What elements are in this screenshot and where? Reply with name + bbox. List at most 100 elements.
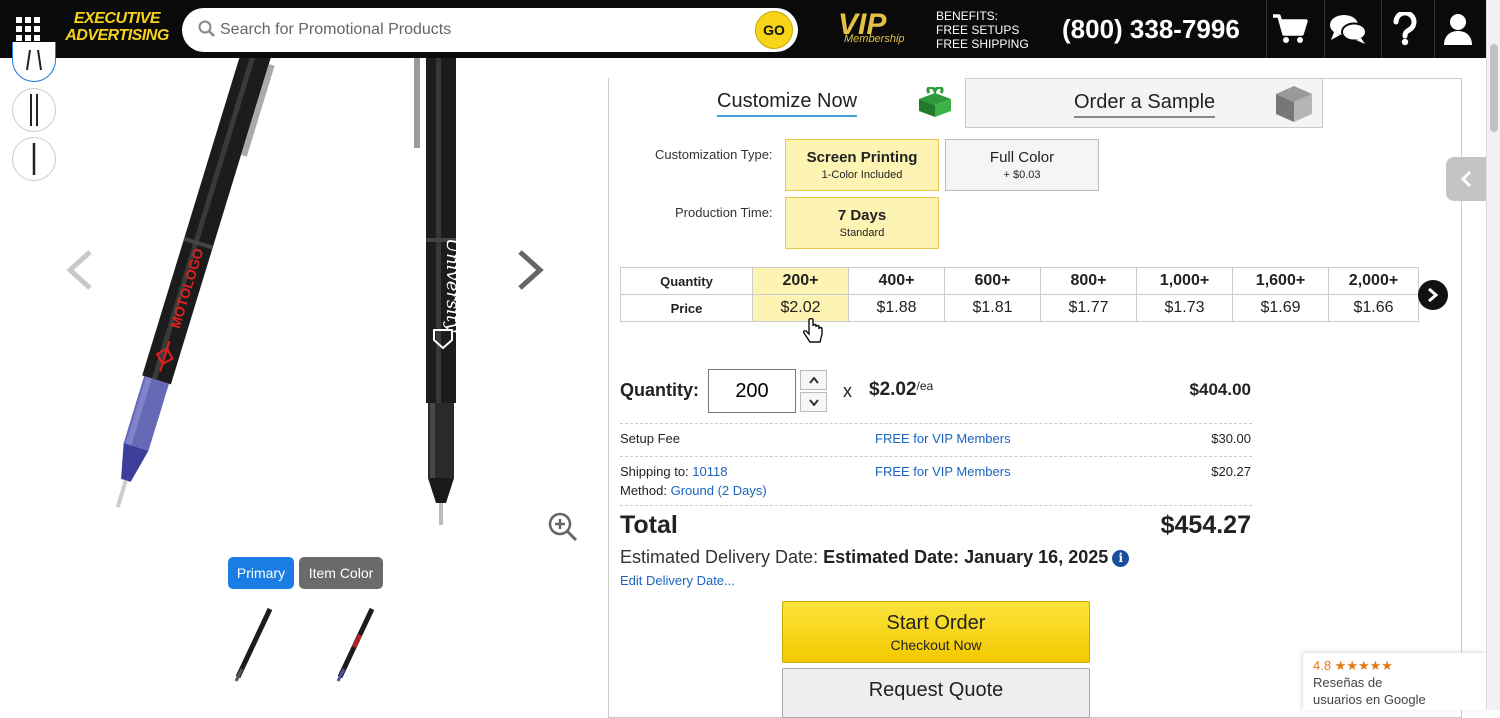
divider	[620, 423, 1252, 424]
price-tier[interactable]: $1.77	[1040, 294, 1137, 322]
divider	[620, 456, 1252, 457]
option-title: Screen Printing	[806, 149, 918, 166]
divider	[620, 505, 1252, 506]
side-panel-toggle[interactable]	[1446, 157, 1486, 201]
price-tier[interactable]: $1.81	[944, 294, 1041, 322]
next-tiers-arrow-icon[interactable]	[1418, 280, 1448, 310]
google-reviews-badge[interactable]: 4.8 ★★★★★ Reseñas de usuarios en Google	[1303, 653, 1486, 710]
vip-sub-label: Membership	[844, 33, 905, 45]
page-scrollbar[interactable]	[1486, 0, 1500, 710]
method-label: Method:	[620, 483, 667, 498]
quantity-tier[interactable]: 800+	[1040, 267, 1137, 295]
option-sub: 1-Color Included	[821, 169, 903, 181]
price-tier[interactable]: $2.02	[752, 294, 849, 322]
search-go-button[interactable]: GO	[755, 11, 793, 49]
edit-delivery-date-link[interactable]: Edit Delivery Date...	[620, 573, 735, 588]
quantity-increase-button[interactable]	[800, 370, 827, 390]
logo-line-1: EXECUTIVE	[73, 10, 161, 27]
search-icon	[198, 20, 215, 42]
color-swatch-red-pen[interactable]	[330, 605, 376, 683]
option-sub: + $0.03	[1003, 169, 1041, 181]
cart-icon[interactable]	[1266, 0, 1312, 58]
thumbnail-view-3[interactable]	[12, 137, 56, 181]
setup-vip-link[interactable]: FREE for VIP Members	[875, 431, 1011, 446]
option-7-days[interactable]: 7 Days Standard	[785, 197, 939, 249]
quantity-tier[interactable]: 400+	[848, 267, 945, 295]
google-rating: 4.8 ★★★★★	[1313, 658, 1393, 673]
price-tier[interactable]: $1.73	[1136, 294, 1233, 322]
thumbnail-view-1[interactable]	[12, 42, 56, 82]
option-screen-printing[interactable]: Screen Printing 1-Color Included	[785, 139, 939, 191]
quantity-decrease-button[interactable]	[800, 392, 827, 412]
thumbnail-view-2[interactable]	[12, 88, 56, 132]
site-logo[interactable]: EXECUTIVE ADVERTISING	[62, 10, 172, 50]
google-reviews-line2: usuarios en Google	[1313, 692, 1426, 707]
multiply-sign: x	[843, 381, 852, 401]
gift-box-icon	[915, 85, 955, 124]
price-break-table: Quantity 200+ 400+ 600+ 800+ 1,000+ 1,60…	[620, 267, 1419, 322]
primary-view-button[interactable]: Primary	[228, 557, 294, 589]
quantity-tier[interactable]: 1,600+	[1232, 267, 1329, 295]
top-navigation-bar: EXECUTIVE ADVERTISING GO VIP Membership …	[0, 0, 1486, 58]
price-tier[interactable]: $1.69	[1232, 294, 1329, 322]
quantity-tier[interactable]: 2,000+	[1328, 267, 1419, 295]
total-label: Total	[620, 511, 678, 539]
quantity-input[interactable]	[708, 369, 796, 413]
phone-number[interactable]: (800) 338-7996	[1062, 14, 1240, 45]
next-image-arrow[interactable]	[516, 250, 544, 295]
quantity-label: Quantity:	[620, 380, 699, 400]
scrollbar-thumb[interactable]	[1490, 44, 1498, 132]
vip-benefits[interactable]: BENEFITS: FREE SETUPS FREE SHIPPING	[936, 9, 1029, 51]
zoom-in-icon[interactable]	[548, 512, 578, 547]
benefits-line: FREE SHIPPING	[936, 37, 1029, 51]
tab-customize-label: Customize Now	[717, 90, 858, 117]
start-order-button[interactable]: Start Order Checkout Now	[782, 601, 1090, 663]
quantity-tier[interactable]: 600+	[944, 267, 1041, 295]
start-order-label: Start Order	[886, 612, 986, 634]
price-tier[interactable]: $1.66	[1328, 294, 1419, 322]
production-time-label: Production Time:	[675, 205, 773, 220]
price-tier[interactable]: $1.88	[848, 294, 945, 322]
shipping-zip-link[interactable]: 10118	[692, 464, 727, 479]
search-input[interactable]	[220, 18, 740, 42]
setup-fee-label: Setup Fee	[620, 431, 680, 446]
benefits-line: FREE SETUPS	[936, 23, 1020, 37]
shipping-vip-link[interactable]: FREE for VIP Members	[875, 464, 1011, 479]
total-value: $454.27	[1160, 511, 1251, 539]
request-quote-label: Request Quote	[868, 679, 1004, 701]
help-icon[interactable]	[1381, 0, 1427, 58]
shipping-price: $20.27	[1211, 464, 1251, 479]
unit-price: $2.02/ea	[869, 379, 933, 401]
search-bar	[182, 8, 798, 52]
est-label: Estimated Delivery Date:	[620, 547, 819, 567]
google-reviews-line1: Reseñas de	[1313, 675, 1383, 690]
price-header: Price	[620, 294, 753, 322]
color-swatch-black-pen[interactable]	[230, 605, 276, 683]
request-quote-button[interactable]: Request Quote	[782, 668, 1090, 718]
item-color-button[interactable]: Item Color	[299, 557, 383, 589]
user-icon[interactable]	[1434, 0, 1480, 58]
info-icon[interactable]: i	[1112, 549, 1130, 567]
logo-line-2: ADVERTISING	[65, 27, 169, 44]
vip-membership-logo[interactable]: VIP Membership	[838, 10, 922, 50]
estimated-delivery: Estimated Delivery Date: Estimated Date:…	[620, 547, 1130, 568]
shipping-label: Shipping to:	[620, 464, 689, 479]
tab-order-sample[interactable]: Order a Sample	[965, 78, 1323, 128]
customization-type-label: Customization Type:	[655, 147, 773, 162]
unit-price-suffix: /ea	[916, 379, 934, 393]
shipping-line: Shipping to: 10118	[620, 464, 727, 479]
hand-cursor-icon	[802, 317, 823, 351]
chat-icon[interactable]	[1324, 0, 1370, 58]
quantity-tier[interactable]: 1,000+	[1136, 267, 1233, 295]
option-full-color[interactable]: Full Color + $0.03	[945, 139, 1099, 191]
unit-price-value: $2.02	[869, 379, 917, 400]
quantity-tier[interactable]: 200+	[752, 267, 849, 295]
option-sub: Standard	[839, 227, 885, 239]
tab-sample-label: Order a Sample	[1074, 91, 1216, 118]
est-date: Estimated Date: January 16, 2025	[823, 547, 1109, 567]
pen-imprint-university: University	[442, 238, 463, 333]
tab-customize-now[interactable]: Customize Now	[609, 78, 965, 128]
sample-box-icon	[1274, 84, 1314, 129]
shipping-method-link[interactable]: Ground (2 Days)	[671, 483, 767, 498]
product-image-pen-blue: MOTOLOGO	[115, 58, 275, 508]
